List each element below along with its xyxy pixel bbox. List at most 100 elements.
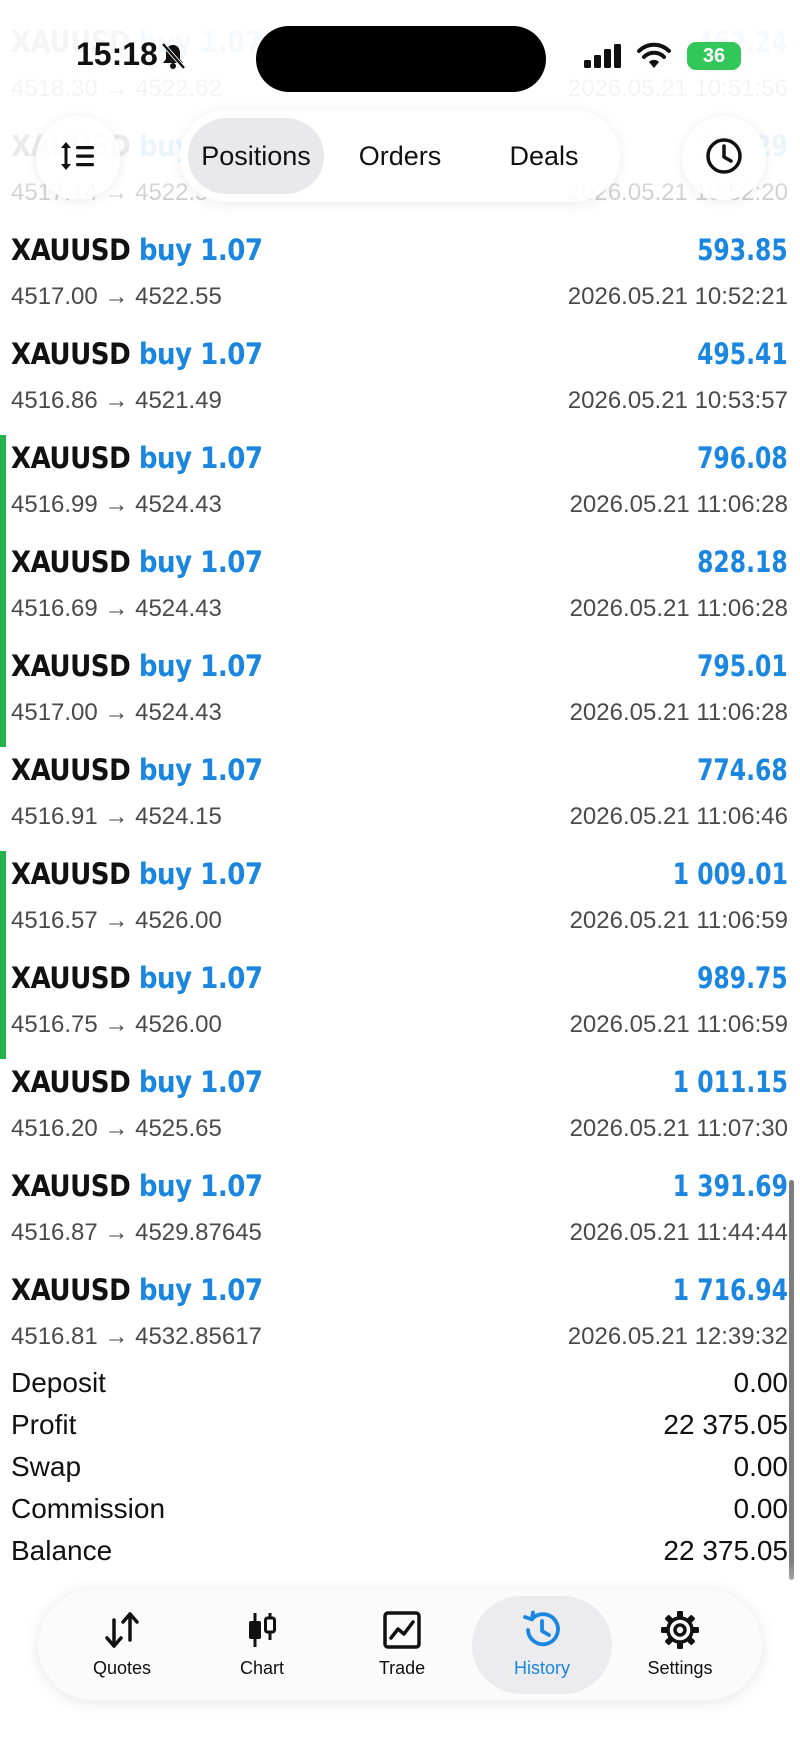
deal-symbol: XAUUSD buy 1.07 <box>11 857 263 891</box>
deal-symbol-name: XAUUSD <box>11 233 131 267</box>
cellular-signal-icon <box>584 44 624 72</box>
summary-label: Deposit <box>11 1367 106 1398</box>
deal-row[interactable]: XAUUSD buy 1.07 989.75 4516.75 → 4526.00 20… <box>0 955 800 1059</box>
tab-label: Quotes <box>92 1658 152 1678</box>
deal-time: 2026.05.21 11:07:30 <box>569 1115 788 1142</box>
tab-quotes[interactable]: Quotes <box>52 1596 192 1694</box>
deal-symbol-name: XAUUSD <box>11 649 131 683</box>
tab-deals[interactable]: Deals <box>476 118 612 194</box>
deal-row[interactable]: XAUUSD buy 1.07 795.01 4517.00 → 4524.43 20… <box>0 643 800 747</box>
scrollbar[interactable] <box>789 1180 794 1580</box>
view-selector: Positions Orders Deals <box>180 110 620 202</box>
deal-symbol-name: XAUUSD <box>11 1065 131 1099</box>
deal-prices: 4517.00 → 4524.43 <box>11 699 222 726</box>
deal-time: 2026.05.21 11:44:44 <box>569 1219 788 1246</box>
deal-profit: 1 009.01 <box>672 857 788 891</box>
period-button[interactable] <box>682 116 766 200</box>
deal-direction: buy 1.07 <box>138 753 263 787</box>
deal-prices: 4516.91 → 4524.15 <box>11 803 222 830</box>
deal-prices: 4517.00 → 4522.55 <box>11 283 222 310</box>
summary-label: Swap <box>11 1451 82 1482</box>
deal-symbol-name: XAUUSD <box>11 441 131 475</box>
deal-row[interactable]: XAUUSD buy 1.07 1 009.01 4516.57 → 4526.00… <box>0 851 800 955</box>
tab-chart[interactable]: Chart <box>192 1596 332 1694</box>
deal-direction: buy 1.07 <box>138 441 263 475</box>
deal-symbol: XAUUSD buy 1.07 <box>11 441 263 475</box>
deal-symbol: XAUUSD buy 1.07 <box>11 961 263 995</box>
deal-symbol: XAUUSD buy 1.07 <box>11 753 263 787</box>
deal-row[interactable]: XAUUSD buy 1.07 828.18 4516.69 → 4524.43 20… <box>0 539 800 643</box>
tab-label: History <box>513 1658 570 1678</box>
deal-symbol-name: XAUUSD <box>11 1273 131 1307</box>
summary-label: Profit <box>11 1409 77 1440</box>
sort-lines-icon <box>58 138 98 178</box>
deal-prices: 4516.75 → 4526.00 <box>11 1011 222 1038</box>
history-screen: XAUUSD buy 1.07462.244518.30 → 4522.6220… <box>0 0 800 1739</box>
deal-direction: buy 1.07 <box>138 649 263 683</box>
deal-prices: 4516.69 → 4524.43 <box>11 595 222 622</box>
summary-value: 0.00 <box>733 1451 789 1482</box>
tab-label: Chart <box>239 1658 284 1678</box>
deal-time: 2026.05.21 11:06:28 <box>569 595 788 622</box>
summary-value: 0.00 <box>733 1367 789 1398</box>
dynamic-island <box>256 26 546 92</box>
deal-time: 2026.05.21 11:06:28 <box>569 491 788 518</box>
tab-label: Settings <box>647 1658 713 1678</box>
deal-profit: 828.18 <box>697 545 788 579</box>
deal-row[interactable]: XAUUSD buy 1.07 774.68 4516.91 → 4524.15 20… <box>0 747 800 851</box>
deal-time: 2026.05.21 12:39:32 <box>567 1323 788 1350</box>
deal-prices: 4516.20 → 4525.65 <box>11 1115 222 1142</box>
deal-profit: 1 011.15 <box>672 1065 788 1099</box>
tab-orders[interactable]: Orders <box>330 118 470 194</box>
history-clock-icon <box>523 1610 560 1647</box>
deal-direction: buy 1.07 <box>138 1169 263 1203</box>
deal-direction: buy 1.07 <box>138 857 263 891</box>
deal-symbol: XAUUSD buy 1.07 <box>11 1065 263 1099</box>
tab-settings[interactable]: Settings <box>610 1596 750 1694</box>
summary-row-commission: Commission 0.00 <box>0 1491 800 1533</box>
deal-direction: buy 1.07 <box>138 337 263 371</box>
sort-button[interactable] <box>36 116 120 200</box>
deal-time: 2026.05.21 11:06:28 <box>569 699 788 726</box>
quotes-arrows-icon <box>105 1612 139 1648</box>
deal-direction: buy 1.07 <box>138 1065 263 1099</box>
deal-symbol-name: XAUUSD <box>11 857 131 891</box>
deal-prices: 4516.57 → 4526.00 <box>11 907 222 934</box>
deal-direction: buy 1.07 <box>138 961 263 995</box>
tab-trade[interactable]: Trade <box>332 1596 472 1694</box>
summary-row-deposit: Deposit 0.00 <box>0 1365 800 1407</box>
deal-prices: 4516.99 → 4524.43 <box>11 491 222 518</box>
deal-row[interactable]: XAUUSD buy 1.07 593.85 4517.00 → 4522.55 20… <box>0 227 800 331</box>
deal-row[interactable]: XAUUSD buy 1.07 796.08 4516.99 → 4524.43 20… <box>0 435 800 539</box>
deal-profit: 593.85 <box>697 233 788 267</box>
deal-symbol-name: XAUUSD <box>11 961 131 995</box>
deal-time: 2026.05.21 10:53:57 <box>567 387 788 414</box>
deal-profit: 1 391.69 <box>672 1169 788 1203</box>
deal-row[interactable]: XAUUSD buy 1.07 495.41 4516.86 → 4521.49 20… <box>0 331 800 435</box>
deal-symbol-name: XAUUSD <box>11 1169 131 1203</box>
status-bar: 15:18 36 <box>0 0 800 100</box>
deal-profit: 989.75 <box>697 961 788 995</box>
deal-symbol: XAUUSD buy 1.07 <box>11 649 263 683</box>
deal-row[interactable]: XAUUSD buy 1.07 1 011.15 4516.20 → 4525.65… <box>0 1059 800 1163</box>
wifi-icon <box>636 42 672 74</box>
tab-positions[interactable]: Positions <box>188 118 324 194</box>
deal-row[interactable]: XAUUSD buy 1.07 1 716.94 4516.81 → 4532.85… <box>0 1267 800 1371</box>
deal-prices: 4516.87 → 4529.87645 <box>11 1219 262 1246</box>
gear-icon <box>661 1611 699 1649</box>
battery-indicator: 36 <box>687 42 741 70</box>
deal-profit: 774.68 <box>697 753 788 787</box>
summary-label: Commission <box>11 1493 166 1524</box>
deal-time: 2026.05.21 10:52:21 <box>567 283 788 310</box>
deal-time: 2026.05.21 11:06:59 <box>569 907 788 934</box>
silent-bell-icon <box>160 42 186 74</box>
deal-symbol-name: XAUUSD <box>11 337 131 371</box>
summary-row-swap: Swap 0.00 <box>0 1449 800 1491</box>
deal-symbol: XAUUSD buy 1.07 <box>11 1273 263 1307</box>
deal-symbol: XAUUSD buy 1.07 <box>11 337 263 371</box>
deal-row[interactable]: XAUUSD buy 1.07 1 391.69 4516.87 → 4529.87… <box>0 1163 800 1267</box>
deal-prices: 4516.86 → 4521.49 <box>11 387 222 414</box>
deal-profit: 795.01 <box>697 649 788 683</box>
tab-history[interactable]: History <box>472 1596 612 1694</box>
deal-direction: buy 1.07 <box>138 545 263 579</box>
